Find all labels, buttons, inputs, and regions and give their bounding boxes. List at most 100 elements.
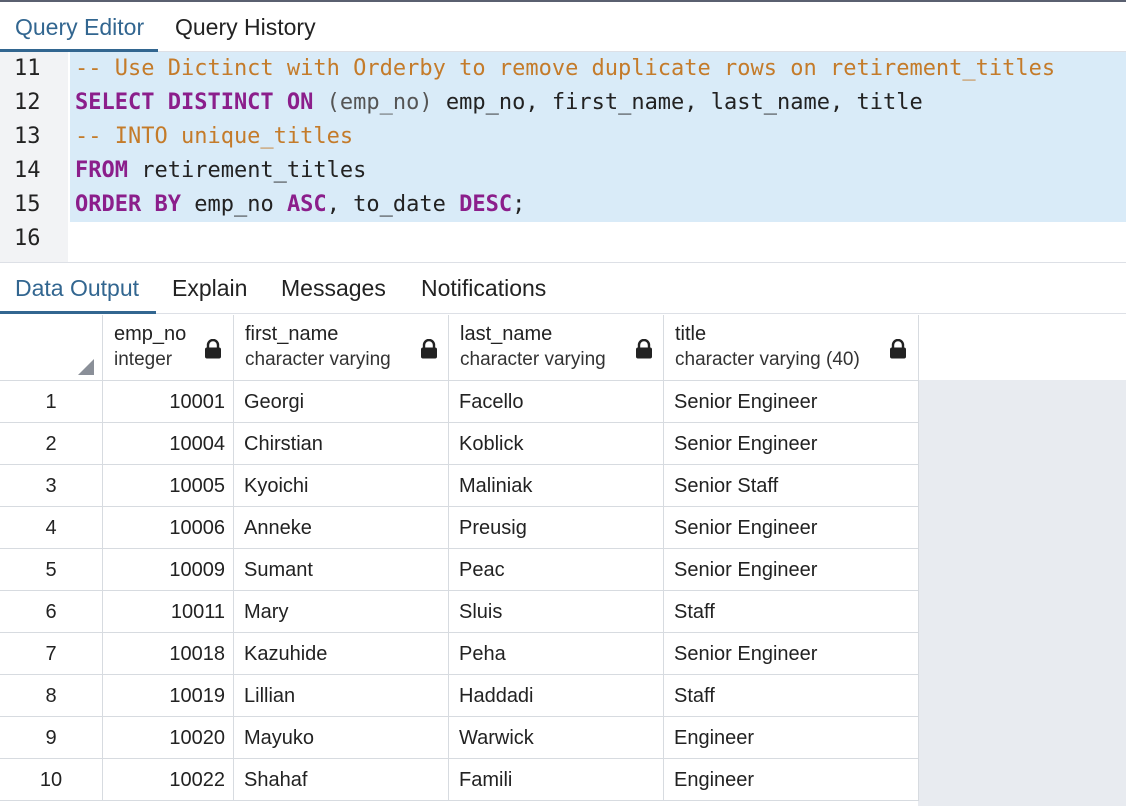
cell-last-name[interactable]: Peha <box>449 633 664 675</box>
cell-last-name[interactable]: Peac <box>449 549 664 591</box>
sql-token: emp_no, first_name, last_name, title <box>432 90 923 115</box>
code-line[interactable]: 14 FROM retirement_titles <box>0 154 1126 188</box>
cell-first-name[interactable]: Kyoichi <box>234 465 449 507</box>
cell-last-name[interactable]: Facello <box>449 381 664 423</box>
table-row[interactable]: 7 10018 Kazuhide Peha Senior Engineer <box>0 633 919 675</box>
sql-keyword: ASC <box>286 192 327 217</box>
code-text: -- Use Dictinct with Orderby to remove d… <box>70 52 1126 86</box>
code-line[interactable]: 13 -- INTO unique_titles <box>0 120 1126 154</box>
cell-last-name[interactable]: Preusig <box>449 507 664 549</box>
lock-icon <box>890 339 906 359</box>
cell-last-name[interactable]: Koblick <box>449 423 664 465</box>
table-row[interactable]: 8 10019 Lillian Haddadi Staff <box>0 675 919 717</box>
row-number-cell[interactable]: 8 <box>0 675 103 717</box>
lock-icon <box>421 339 437 359</box>
cell-emp-no[interactable]: 10020 <box>103 717 234 759</box>
cell-emp-no[interactable]: 10022 <box>103 759 234 801</box>
cell-emp-no[interactable]: 10006 <box>103 507 234 549</box>
table-row[interactable]: 10 10022 Shahaf Famili Engineer <box>0 759 919 801</box>
table-row[interactable]: 6 10011 Mary Sluis Staff <box>0 591 919 633</box>
row-number-cell[interactable]: 6 <box>0 591 103 633</box>
cell-title[interactable]: Senior Engineer <box>664 633 919 675</box>
code-text: SELECT DISTINCT ON (emp_no) emp_no, firs… <box>70 86 1126 120</box>
cell-emp-no[interactable]: 10018 <box>103 633 234 675</box>
cell-last-name[interactable]: Sluis <box>449 591 664 633</box>
cell-title[interactable]: Senior Staff <box>664 465 919 507</box>
cell-emp-no[interactable]: 10011 <box>103 591 234 633</box>
column-header-emp-no[interactable]: emp_no integer <box>103 315 234 381</box>
cell-first-name[interactable]: Kazuhide <box>234 633 449 675</box>
cell-emp-no[interactable]: 10001 <box>103 381 234 423</box>
column-type: integer <box>114 349 173 370</box>
tab-messages[interactable]: Messages <box>281 263 386 314</box>
column-type: character varying <box>460 349 606 370</box>
tab-data-output[interactable]: Data Output <box>15 263 139 314</box>
cell-last-name[interactable]: Haddadi <box>449 675 664 717</box>
cell-emp-no[interactable]: 10005 <box>103 465 234 507</box>
cell-title[interactable]: Staff <box>664 675 919 717</box>
tab-query-editor[interactable]: Query Editor <box>15 2 144 53</box>
cell-emp-no[interactable]: 10009 <box>103 549 234 591</box>
code-line[interactable]: 15 ORDER BY emp_no ASC, to_date DESC; <box>0 188 1126 222</box>
cell-first-name[interactable]: Shahaf <box>234 759 449 801</box>
cell-first-name[interactable]: Lillian <box>234 675 449 717</box>
tab-explain[interactable]: Explain <box>172 263 247 314</box>
column-header-last-name[interactable]: last_name character varying <box>449 315 664 381</box>
column-header-first-name[interactable]: first_name character varying <box>234 315 449 381</box>
table-row[interactable]: 9 10020 Mayuko Warwick Engineer <box>0 717 919 759</box>
sql-token: (emp_no) <box>326 90 433 115</box>
cell-title[interactable]: Senior Engineer <box>664 507 919 549</box>
tab-notifications[interactable]: Notifications <box>421 263 546 314</box>
code-line[interactable]: 11 -- Use Dictinct with Orderby to remove… <box>0 52 1126 86</box>
cell-title[interactable]: Engineer <box>664 717 919 759</box>
lock-icon <box>636 339 652 359</box>
row-number-cell[interactable]: 10 <box>0 759 103 801</box>
cell-title[interactable]: Senior Engineer <box>664 381 919 423</box>
table-row[interactable]: 1 10001 Georgi Facello Senior Engineer <box>0 381 919 423</box>
select-all-corner-icon[interactable] <box>78 359 94 375</box>
cell-title[interactable]: Engineer <box>664 759 919 801</box>
lock-icon <box>205 339 221 359</box>
sql-keyword: ORDER BY <box>75 192 181 217</box>
data-output-grid: emp_no integer first_name character vary… <box>0 315 1126 806</box>
cell-first-name[interactable]: Georgi <box>234 381 449 423</box>
code-text: ORDER BY emp_no ASC, to_date DESC; <box>70 188 1126 222</box>
table-row[interactable]: 5 10009 Sumant Peac Senior Engineer <box>0 549 919 591</box>
editor-tab-bar: Query Editor Query History <box>0 0 1126 52</box>
cell-first-name[interactable]: Mary <box>234 591 449 633</box>
cell-first-name[interactable]: Sumant <box>234 549 449 591</box>
table-row[interactable]: 4 10006 Anneke Preusig Senior Engineer <box>0 507 919 549</box>
code-line[interactable]: 16 <box>0 222 1126 256</box>
row-number-cell[interactable]: 4 <box>0 507 103 549</box>
cell-first-name[interactable]: Mayuko <box>234 717 449 759</box>
cell-last-name[interactable]: Warwick <box>449 717 664 759</box>
sql-comment: -- INTO unique_titles <box>75 124 354 149</box>
table-row[interactable]: 2 10004 Chirstian Koblick Senior Engineer <box>0 423 919 465</box>
cell-emp-no[interactable]: 10019 <box>103 675 234 717</box>
code-line[interactable]: 12 SELECT DISTINCT ON (emp_no) emp_no, fi… <box>0 86 1126 120</box>
column-name: first_name <box>245 323 339 345</box>
row-number-cell[interactable]: 3 <box>0 465 103 507</box>
row-number-cell[interactable]: 2 <box>0 423 103 465</box>
row-number-cell[interactable]: 1 <box>0 381 103 423</box>
cell-first-name[interactable]: Chirstian <box>234 423 449 465</box>
cell-title[interactable]: Staff <box>664 591 919 633</box>
row-number-cell[interactable]: 9 <box>0 717 103 759</box>
cell-emp-no[interactable]: 10004 <box>103 423 234 465</box>
line-number: 11 <box>14 56 41 81</box>
tab-query-history[interactable]: Query History <box>175 2 316 53</box>
cell-title[interactable]: Senior Engineer <box>664 423 919 465</box>
cell-last-name[interactable]: Maliniak <box>449 465 664 507</box>
sql-editor[interactable]: 11 -- Use Dictinct with Orderby to remove… <box>0 52 1126 262</box>
table-row[interactable]: 3 10005 Kyoichi Maliniak Senior Staff <box>0 465 919 507</box>
column-header-title[interactable]: title character varying (40) <box>664 315 919 381</box>
cell-title[interactable]: Senior Engineer <box>664 549 919 591</box>
column-type: character varying (40) <box>675 349 860 370</box>
cell-first-name[interactable]: Anneke <box>234 507 449 549</box>
row-number-cell[interactable]: 5 <box>0 549 103 591</box>
row-number-cell[interactable]: 7 <box>0 633 103 675</box>
row-number-header[interactable] <box>0 315 103 381</box>
cell-last-name[interactable]: Famili <box>449 759 664 801</box>
